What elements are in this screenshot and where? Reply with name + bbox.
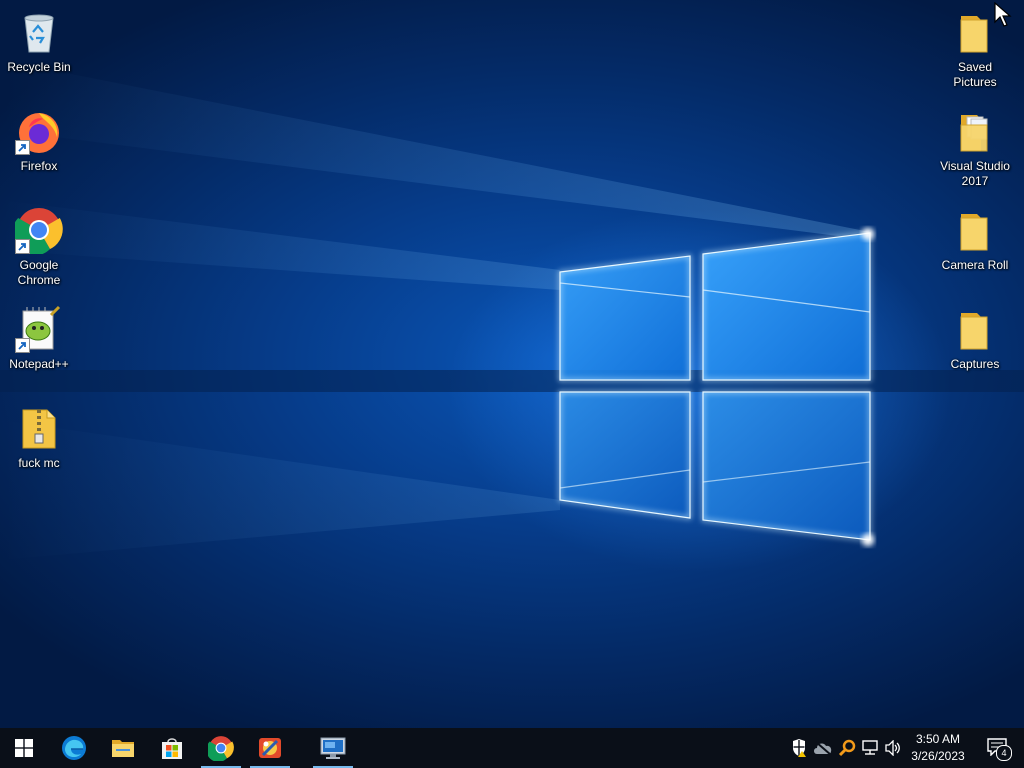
desktop-icon-label: Captures: [950, 357, 1000, 371]
folder-icon: [112, 740, 134, 757]
shortcut-arrow-icon: [15, 140, 30, 155]
start-button[interactable]: [0, 728, 48, 768]
desktop-wallpaper[interactable]: [0, 0, 1024, 728]
tray-volume-icon[interactable]: [882, 728, 904, 768]
speaker-icon: [885, 740, 900, 756]
taskbar: 3:50 AM 3/26/2023 4: [0, 728, 1024, 768]
folder-icon: [951, 8, 999, 56]
desktop-icon-camera-roll[interactable]: Camera Roll: [937, 200, 1013, 290]
tray-onedrive-icon[interactable]: [812, 728, 834, 768]
tray-search-icon[interactable]: [836, 728, 858, 768]
magnifier-orange-icon: [838, 739, 856, 757]
folder-icon: [951, 107, 999, 155]
taskbar-file-explorer[interactable]: [99, 728, 147, 768]
mouse-cursor-icon: [994, 1, 1012, 33]
network-icon: [862, 740, 878, 755]
zip-folder-icon: [15, 404, 63, 452]
desktop-icon-firefox[interactable]: Firefox: [1, 101, 77, 191]
shortcut-arrow-icon: [15, 239, 30, 254]
desktop-icon-zip-folder[interactable]: fuck mc: [1, 398, 77, 488]
chrome-icon: [11, 206, 63, 256]
remote-desktop-icon: [320, 737, 346, 759]
shield-warning-icon: [793, 739, 806, 757]
clock-date: 3/26/2023: [911, 749, 965, 763]
desktop-icon-label: Visual Studio 2017: [940, 159, 1010, 188]
shortcut-arrow-icon: [15, 338, 30, 353]
taskbar-store[interactable]: [148, 728, 196, 768]
taskbar-clock[interactable]: 3:50 AM 3/26/2023: [902, 731, 974, 765]
windows-logo-icon: [15, 739, 33, 757]
store-icon: [162, 738, 182, 759]
desktop-icon-recycle-bin[interactable]: Recycle Bin: [1, 2, 77, 92]
notification-count-badge: 4: [996, 745, 1012, 761]
desktop-icon-label: Google Chrome: [17, 258, 61, 287]
notepadpp-icon: [15, 305, 63, 353]
desktop-icon-visual-studio-2017[interactable]: Visual Studio 2017: [937, 101, 1013, 191]
desktop-icon-label: Recycle Bin: [7, 60, 71, 74]
app-icon: [259, 738, 281, 758]
firefox-icon: [15, 107, 63, 155]
desktop-icon-label: Camera Roll: [941, 258, 1009, 272]
desktop-icon-chrome[interactable]: Google Chrome: [1, 200, 77, 290]
taskbar-chrome[interactable]: [197, 728, 245, 768]
taskbar-edge[interactable]: [50, 728, 98, 768]
chrome-icon: [208, 736, 234, 761]
edge-icon: [62, 736, 86, 760]
desktop-icon-label: Saved Pictures: [953, 60, 997, 89]
desktop-icon-notepadpp[interactable]: Notepad++: [1, 299, 77, 389]
folder-icon: [951, 206, 999, 254]
clock-time: 3:50 AM: [915, 732, 961, 746]
folder-icon: [951, 305, 999, 353]
recycle-bin-icon: [15, 8, 63, 56]
tray-security-icon[interactable]: [788, 728, 810, 768]
taskbar-app[interactable]: [246, 728, 294, 768]
desktop-icon-label: fuck mc: [18, 456, 60, 470]
action-center-button[interactable]: 4: [980, 728, 1016, 768]
cloud-offline-icon: [814, 741, 832, 755]
taskbar-remote-desktop[interactable]: [309, 728, 357, 768]
desktop-icon-label: Firefox: [20, 159, 58, 173]
desktop-icon-label: Notepad++: [9, 357, 69, 371]
tray-network-icon[interactable]: [859, 728, 881, 768]
desktop-icon-captures[interactable]: Captures: [937, 299, 1013, 389]
